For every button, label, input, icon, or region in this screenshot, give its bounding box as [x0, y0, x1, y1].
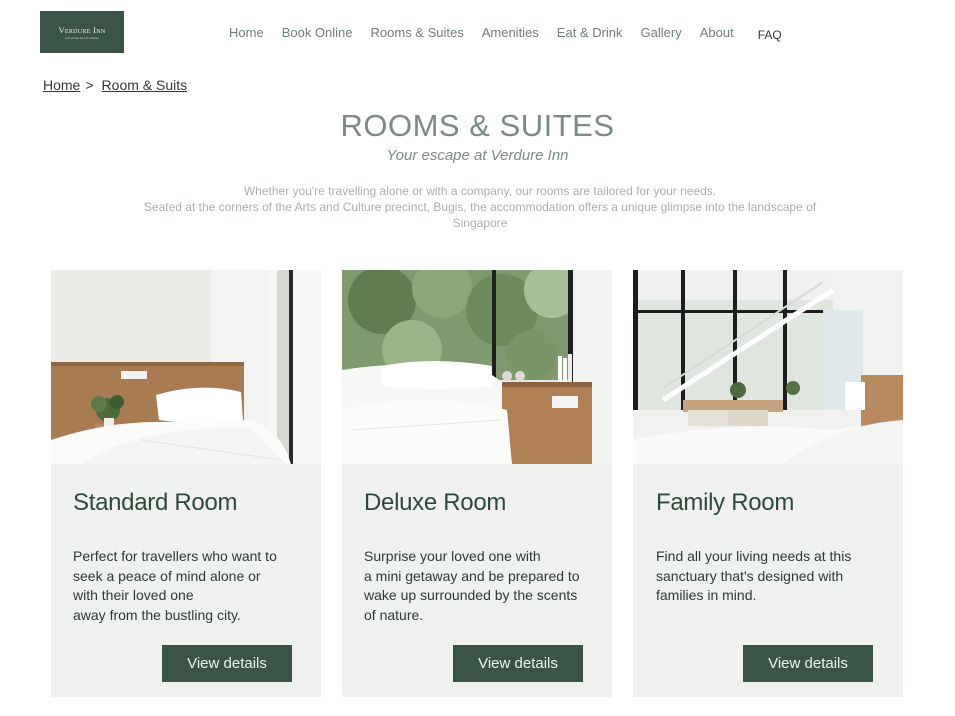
- family-room-view-details-button[interactable]: View details: [743, 645, 873, 682]
- family-room-title: Family Room: [656, 489, 795, 516]
- standard-room-view-details-button[interactable]: View details: [162, 645, 292, 682]
- logo-name: Verdure Inn: [58, 24, 106, 35]
- family-room-photo: [633, 270, 903, 464]
- intro-line-2: Seated at the corners of the Arts and Cu…: [143, 200, 817, 214]
- room-card-family: Family Room Find all your living needs a…: [633, 270, 903, 697]
- deluxe-room-view-details-button[interactable]: View details: [453, 645, 583, 682]
- intro-line-1: Whether you're travelling alone or with …: [243, 184, 717, 198]
- family-room-description: Find all your living needs at this sanct…: [656, 548, 852, 603]
- deluxe-room-title: Deluxe Room: [364, 489, 507, 516]
- room-card-standard: Standard Room Perfect for travellers who…: [51, 270, 321, 697]
- room-card-deluxe: Deluxe Room Surprise your loved one with…: [342, 270, 612, 697]
- deluxe-room-photo: [342, 270, 612, 464]
- main-nav: Home Book Online Rooms & Suites Amenitie…: [229, 25, 782, 42]
- deluxe-room-description: Surprise your loved one with a mini geta…: [364, 548, 580, 623]
- nav-item-about[interactable]: About: [700, 25, 734, 40]
- nav-item-rooms-suites[interactable]: Rooms & Suites: [371, 25, 464, 40]
- standard-room-photo: [51, 270, 321, 464]
- page-title: ROOMS & SUITES: [340, 108, 615, 143]
- page-subtitle: Your escape at Verdure Inn: [386, 147, 569, 164]
- breadcrumb-home[interactable]: Home: [43, 77, 80, 93]
- nav-item-amenities[interactable]: Amenities: [482, 25, 539, 40]
- intro-line-3: Singapore: [452, 216, 508, 230]
- nav-item-eat-drink[interactable]: Eat & Drink: [557, 25, 623, 40]
- breadcrumb-current[interactable]: Room & Suits: [102, 77, 188, 93]
- site-logo[interactable]: Verdure Inn your escape from the ordinar…: [40, 11, 124, 53]
- nav-item-book-online[interactable]: Book Online: [282, 25, 353, 40]
- nav-item-faq[interactable]: FAQ: [758, 28, 782, 42]
- nav-item-gallery[interactable]: Gallery: [641, 25, 682, 40]
- nav-item-home[interactable]: Home: [229, 25, 264, 40]
- logo-tagline: your escape from the ordinary: [65, 36, 99, 40]
- standard-room-description: Perfect for travellers who want to seek …: [73, 548, 277, 623]
- page-intro: Whether you're travelling alone or with …: [110, 183, 850, 231]
- standard-room-title: Standard Room: [73, 489, 238, 516]
- breadcrumb: Home > Room & Suits: [43, 77, 187, 93]
- breadcrumb-separator: >: [85, 77, 94, 93]
